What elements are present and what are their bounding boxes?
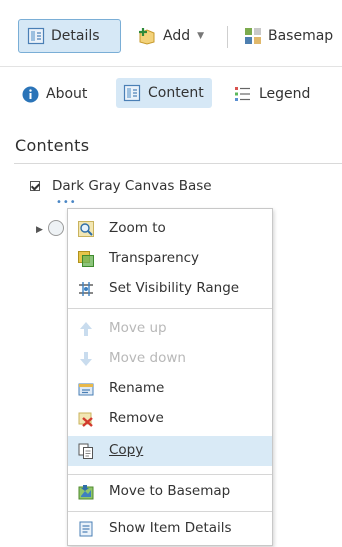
details-button[interactable]: Details bbox=[18, 19, 121, 53]
add-button[interactable]: Add ▼ bbox=[137, 19, 204, 53]
toolbar-divider bbox=[227, 26, 228, 48]
menu-item-remove[interactable]: Remove bbox=[68, 404, 272, 434]
rename-icon bbox=[78, 383, 94, 396]
menu-separator bbox=[68, 474, 272, 475]
layer-label: Dark Gray Canvas Base bbox=[52, 178, 212, 194]
menu-item-copy[interactable]: Copy bbox=[68, 436, 272, 466]
details-icon bbox=[27, 27, 45, 45]
menu-item-transparency[interactable]: Transparency bbox=[68, 244, 272, 274]
tab-legend-label: Legend bbox=[259, 86, 311, 102]
item-details-icon bbox=[79, 521, 93, 537]
menu-item-label: Rename bbox=[109, 380, 165, 396]
menu-separator bbox=[68, 511, 272, 512]
contents-heading: Contents bbox=[15, 136, 90, 155]
basemap-icon bbox=[245, 28, 261, 44]
content-icon bbox=[123, 84, 141, 102]
more-options-icon[interactable]: ••• bbox=[56, 197, 77, 208]
menu-item-label: Zoom to bbox=[109, 220, 166, 236]
tab-about[interactable]: About bbox=[22, 78, 87, 110]
move-to-basemap-icon bbox=[78, 485, 94, 500]
tab-content-label: Content bbox=[148, 85, 204, 101]
expand-triangle-icon[interactable]: ▶ bbox=[36, 225, 43, 235]
tab-about-label: About bbox=[46, 86, 88, 102]
menu-item-set-visibility-range[interactable]: Set Visibility Range bbox=[68, 274, 272, 304]
info-icon bbox=[22, 86, 39, 102]
menu-item-move-to-basemap[interactable]: Move to Basemap bbox=[68, 477, 272, 507]
menu-item-label: Copy bbox=[109, 442, 144, 458]
remove-icon bbox=[78, 412, 93, 427]
menu-item-label: Remove bbox=[109, 410, 164, 426]
menu-item-label: Show Item Details bbox=[109, 520, 232, 536]
legend-icon bbox=[235, 87, 250, 101]
menu-item-move-up[interactable]: Move up bbox=[68, 314, 272, 344]
layer-item[interactable]: Dark Gray Canvas Base bbox=[30, 178, 212, 194]
layer-visibility-checkbox[interactable] bbox=[30, 181, 40, 191]
layer-context-menu: Zoom to Transparency Set Visibility Rang… bbox=[67, 208, 273, 546]
arrow-up-icon bbox=[80, 322, 92, 336]
top-toolbar: Details Add ▼ Basemap bbox=[0, 0, 342, 67]
details-tabs: About Content Legend bbox=[0, 76, 342, 112]
menu-item-zoom-to[interactable]: Zoom to bbox=[68, 214, 272, 244]
contents-divider bbox=[14, 163, 342, 164]
basemap-label: Basemap bbox=[268, 28, 334, 44]
add-icon bbox=[139, 28, 155, 45]
menu-item-label: Move up bbox=[109, 320, 167, 336]
copy-icon bbox=[78, 443, 93, 459]
menu-item-label: Move to Basemap bbox=[109, 483, 231, 499]
visibility-range-icon bbox=[79, 282, 93, 296]
chevron-down-icon: ▼ bbox=[197, 31, 205, 41]
arrow-down-icon bbox=[80, 352, 92, 366]
tab-content[interactable]: Content bbox=[116, 78, 212, 108]
tab-legend[interactable]: Legend bbox=[234, 78, 310, 110]
menu-item-label: Set Visibility Range bbox=[109, 280, 240, 296]
menu-separator bbox=[68, 308, 272, 309]
add-label: Add bbox=[163, 28, 191, 44]
layer-globe-icon bbox=[48, 220, 64, 236]
zoom-icon bbox=[78, 221, 94, 237]
transparency-icon bbox=[78, 251, 94, 267]
menu-item-label: Transparency bbox=[109, 250, 200, 266]
menu-item-move-down[interactable]: Move down bbox=[68, 344, 272, 374]
basemap-button[interactable]: Basemap bbox=[244, 19, 333, 53]
menu-item-label: Move down bbox=[109, 350, 186, 366]
details-label: Details bbox=[51, 28, 100, 44]
menu-item-show-item-details[interactable]: Show Item Details bbox=[68, 514, 272, 544]
menu-item-rename[interactable]: Rename bbox=[68, 374, 272, 404]
